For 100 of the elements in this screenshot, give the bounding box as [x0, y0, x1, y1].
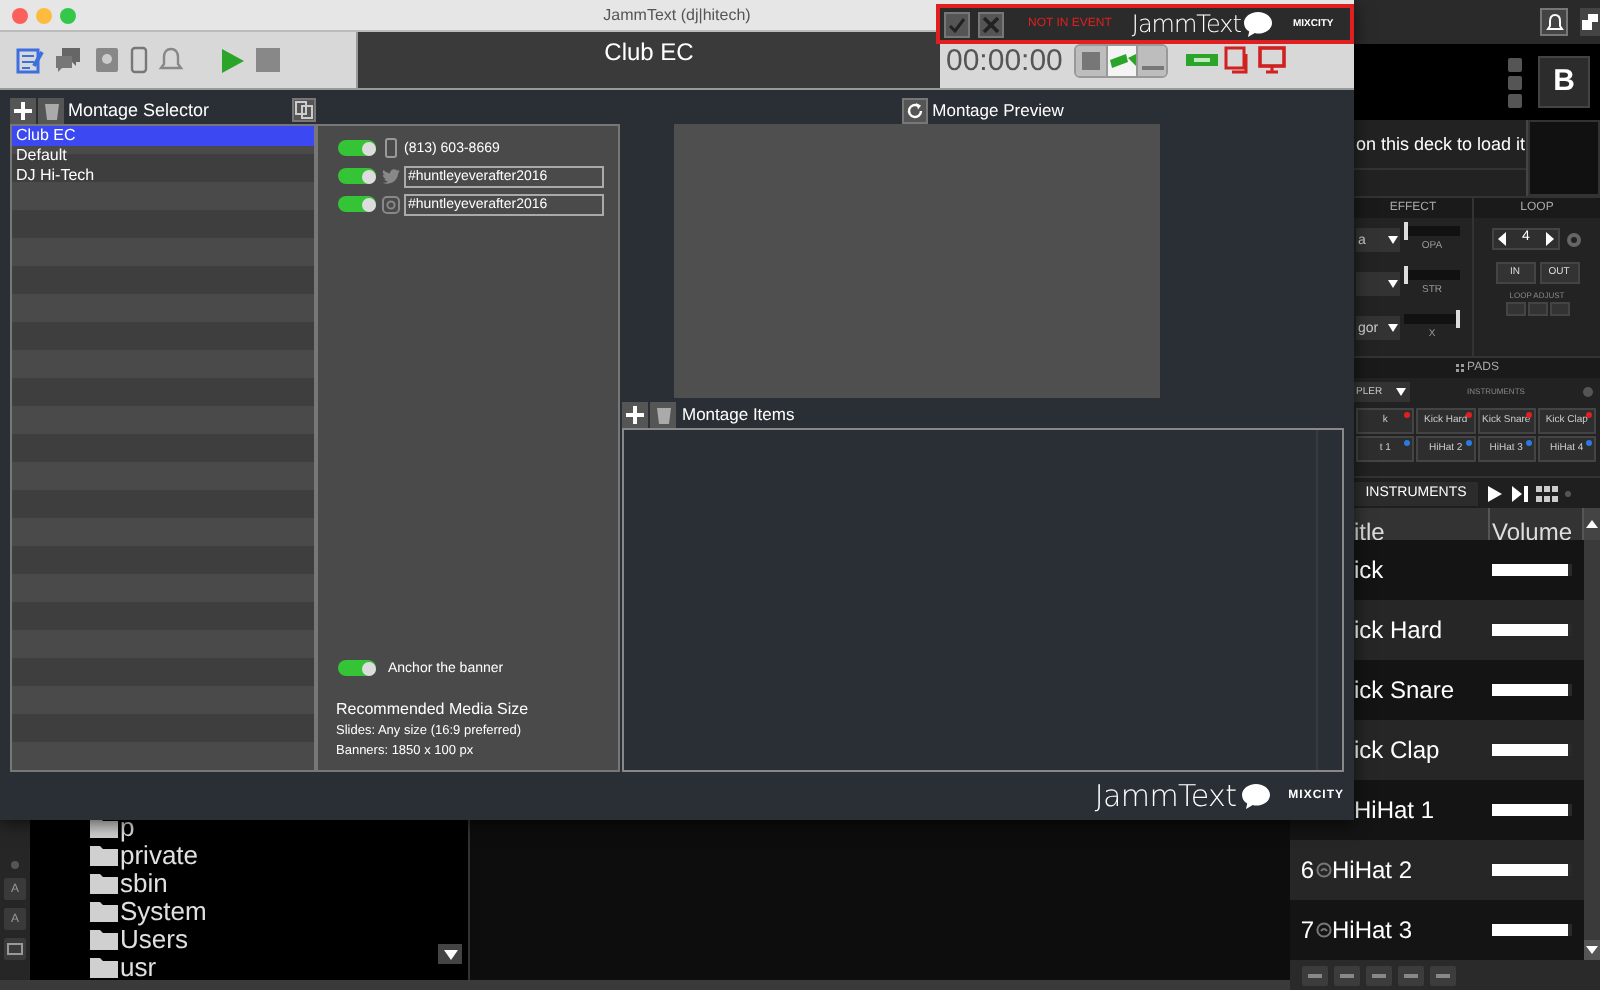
track-title[interactable]: HiHat 2: [1332, 856, 1413, 884]
delete-button[interactable]: [650, 401, 676, 427]
folder-name[interactable]: usr: [120, 953, 157, 979]
skip-icon[interactable]: [1510, 483, 1530, 503]
down-arrow-icon: [1586, 946, 1598, 954]
slider-thumb[interactable]: [1455, 310, 1460, 328]
down-arrow-icon: [443, 949, 457, 959]
timer: 00:00:00: [946, 45, 1063, 75]
folder-name[interactable]: p: [120, 813, 135, 839]
contact-card-icon[interactable]: [92, 46, 120, 74]
jammtext-logo: JammText: [1094, 781, 1237, 811]
folder-icon: [90, 927, 118, 949]
window-button[interactable]: [1580, 8, 1600, 36]
caret-icon: [1396, 388, 1406, 396]
sample-icon: [1315, 862, 1331, 878]
deck-hint: on this deck to load it: [1354, 132, 1526, 158]
track-title[interactable]: ick Clap: [1354, 736, 1440, 764]
caret-icon: [1388, 236, 1398, 244]
duplicate-button[interactable]: [292, 98, 316, 122]
banner-icon[interactable]: [1186, 50, 1219, 70]
plus-icon: [14, 101, 32, 119]
row-number: 6: [1300, 858, 1314, 882]
folder-name[interactable]: sbin: [120, 869, 168, 895]
speech-bubble-icon: [1240, 782, 1273, 810]
mode-button[interactable]: [1076, 45, 1107, 75]
settings-icon[interactable]: [1581, 386, 1594, 398]
bell-icon[interactable]: [158, 46, 184, 74]
loop-settings-icon[interactable]: [1566, 231, 1582, 247]
folder-name[interactable]: Users: [120, 925, 188, 951]
grid-icon: [1455, 364, 1464, 372]
camera-icon: [381, 195, 399, 213]
jammtext-logo: JammText: [1131, 12, 1241, 36]
slides-icon[interactable]: [1224, 46, 1253, 74]
effect-slider[interactable]: [1404, 226, 1460, 236]
bell-button[interactable]: [1540, 8, 1568, 36]
column-header[interactable]: itle: [1354, 518, 1385, 546]
folder-name[interactable]: private: [120, 841, 199, 867]
track-title[interactable]: ick Snare: [1354, 676, 1455, 704]
up-arrow-icon: [1586, 520, 1598, 528]
window-title: JammText (dj|hitech): [603, 7, 751, 23]
phone-icon[interactable]: [130, 46, 148, 74]
effect-slider[interactable]: [1404, 314, 1460, 324]
folder-name[interactable]: System: [120, 897, 207, 923]
mode-button[interactable]: [1106, 45, 1137, 75]
toggle-switch[interactable]: [338, 196, 376, 212]
folder-icon: [90, 871, 118, 893]
panel-title: Montage Selector: [68, 101, 210, 119]
track-title[interactable]: HiHat 3: [1332, 916, 1413, 944]
square-icon: [1082, 51, 1101, 69]
montage-list-item[interactable]: Default: [12, 146, 314, 166]
confirm-button[interactable]: [944, 11, 970, 37]
track-title[interactable]: HiHat 1: [1354, 796, 1435, 824]
mode-button[interactable]: [1136, 45, 1167, 75]
folder-icon: [90, 843, 118, 865]
right-arrow-icon[interactable]: [1542, 230, 1558, 248]
slider-thumb[interactable]: [1404, 222, 1409, 240]
caret-icon: [1388, 324, 1398, 332]
effect-slider[interactable]: [1404, 270, 1460, 280]
media-size-title: Recommended Media Size: [336, 702, 531, 718]
toggle-switch[interactable]: [338, 140, 376, 156]
panel-title: Montage Preview: [932, 101, 1064, 119]
panel-title: Montage Items: [682, 405, 795, 423]
phone-icon: [383, 138, 397, 158]
play-icon[interactable]: [1484, 483, 1504, 503]
deck-button[interactable]: B: [1538, 56, 1590, 108]
add-button[interactable]: [622, 401, 648, 427]
sample-icon: [1315, 922, 1331, 938]
event-name: Club EC: [604, 36, 694, 70]
camera-icon: [1109, 51, 1136, 69]
scroll-down-button[interactable]: [438, 944, 462, 964]
plus-icon: [626, 405, 644, 423]
slider-thumb[interactable]: [1404, 266, 1409, 284]
column-header[interactable]: Volume: [1492, 518, 1573, 546]
row-number: 7: [1300, 918, 1314, 942]
dot-icon[interactable]: [10, 860, 20, 870]
scroll-up-button[interactable]: [1584, 508, 1600, 540]
folder-icon: [90, 899, 118, 921]
trash-icon: [655, 405, 671, 423]
toggle-switch[interactable]: [338, 660, 376, 676]
montage-list-item[interactable]: DJ Hi-Tech: [12, 166, 314, 186]
toggle-switch[interactable]: [338, 168, 376, 184]
track-title[interactable]: ick: [1354, 556, 1384, 584]
dot-icon[interactable]: [1564, 489, 1572, 497]
delete-button[interactable]: [38, 97, 64, 123]
notepad-icon[interactable]: [16, 46, 44, 74]
panel-icon[interactable]: [4, 938, 26, 960]
monitor-icon[interactable]: [1258, 46, 1287, 74]
scroll-down-button[interactable]: [1584, 940, 1600, 960]
montage-list-item[interactable]: Club EC: [12, 126, 314, 146]
effect-dropdown[interactable]: [1356, 272, 1400, 296]
bird-icon: [381, 168, 399, 184]
trash-icon: [43, 101, 59, 119]
add-button[interactable]: [10, 97, 36, 123]
track-title[interactable]: ick Hard: [1354, 616, 1443, 644]
chat-bubbles-icon[interactable]: [54, 46, 82, 74]
speech-bubble-icon: [1242, 10, 1275, 38]
caret-icon: [1388, 280, 1398, 288]
close-button[interactable]: [978, 11, 1004, 37]
refresh-button[interactable]: [902, 97, 929, 123]
left-arrow-icon[interactable]: [1494, 230, 1510, 248]
